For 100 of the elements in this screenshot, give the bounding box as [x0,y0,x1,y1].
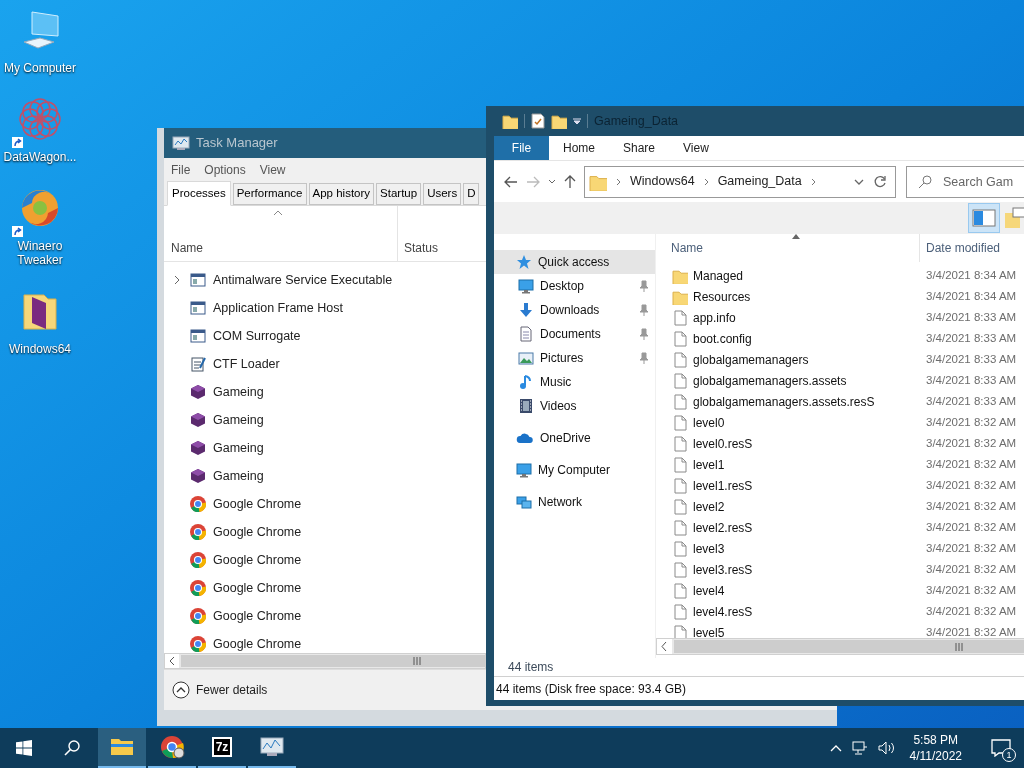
process-name[interactable]: Gameing [213,466,264,486]
menu-item[interactable]: File [171,160,191,179]
process-name[interactable]: CTF Loader [213,354,280,374]
status-text: 44 items (Disk free space: 93.4 GB) [496,680,687,698]
scroll-left-icon [657,639,672,654]
file-icon [672,309,688,326]
search-icon [64,740,80,756]
chrome-icon [190,580,206,596]
chrome-icon [159,734,185,760]
fewer-details-button[interactable]: Fewer details [172,681,268,699]
archiver-button[interactable]: 7z [198,728,246,768]
process-name[interactable]: COM Surrogate [213,326,301,346]
monitor-icon [516,462,532,478]
chrome-icon [190,496,206,512]
column-header[interactable]: Name [671,239,703,257]
volume-icon [877,741,896,755]
process-name[interactable]: Gameing [213,410,264,430]
date-modified: 3/4/2021 8:32 AM [925,498,1017,514]
file-name[interactable]: level2.resS [693,518,753,537]
date-modified: 3/4/2021 8:34 AM [925,267,1017,283]
preview-pane-icon [972,208,996,228]
file-name[interactable]: level1.resS [693,476,753,495]
menu-item[interactable]: View [259,160,286,179]
process-name[interactable]: Antimalware Service Executable [213,270,393,290]
process-name[interactable]: Google Chrome [213,550,302,570]
breadcrumb-item[interactable]: Gameing_Data [717,172,802,191]
process-name[interactable]: Google Chrome [213,634,302,653]
tab[interactable]: D [463,183,480,205]
tab[interactable]: Performance [232,183,307,205]
clock[interactable]: 5:58 PM 4/11/2022 [905,732,966,764]
file-icon [672,351,688,368]
file-icon [672,603,688,620]
date-modified: 3/4/2021 8:33 AM [925,393,1017,409]
recent-dropdown-icon [548,178,556,185]
file-name[interactable]: level5 [693,623,725,638]
nav-item[interactable]: Pictures [494,346,655,370]
process-name[interactable]: Google Chrome [213,494,302,514]
nav-item[interactable]: Quick access [494,250,655,274]
ribbon-tab[interactable]: File [494,136,549,160]
nav-item[interactable]: Documents [494,322,655,346]
file-name[interactable]: level2 [693,497,725,516]
file-name[interactable]: level4.resS [693,602,753,621]
process-name[interactable]: Google Chrome [213,578,302,598]
nav-item[interactable]: My Computer [494,458,655,482]
preview-pane-button[interactable] [968,203,1000,233]
file-name[interactable]: level3.resS [693,560,753,579]
file-icon [672,561,688,578]
file-name[interactable]: app.info [693,308,736,327]
search-field[interactable]: Search Gam [906,165,1024,198]
process-name[interactable]: Application Frame Host [213,298,343,318]
dropdown-caret-icon [573,117,581,125]
search-icon [918,174,932,189]
column-header[interactable]: Name [171,239,397,257]
address-bar[interactable]: Windows64 Gameing_Data [584,165,896,198]
file-name[interactable]: level4 [693,581,725,600]
file-explorer-button[interactable] [98,728,146,768]
file-name[interactable]: globalgamemanagers.assets [693,371,847,390]
nav-item[interactable]: Videos [494,394,655,418]
nav-item[interactable]: OneDrive [494,426,655,450]
nav-item[interactable]: Downloads [494,298,655,322]
column-header[interactable]: Status [404,239,439,257]
tab[interactable]: Startup [376,183,422,205]
file-name[interactable]: globalgamemanagers.assets.resS [693,392,875,411]
process-name[interactable]: Gameing [213,382,264,402]
tab[interactable]: App history [308,183,375,205]
nav-item[interactable]: Desktop [494,274,655,298]
breadcrumb-item[interactable]: Windows64 [630,172,695,191]
nav-item[interactable]: Music [494,370,655,394]
file-name[interactable]: level1 [693,455,725,474]
music-note-icon [518,374,534,390]
file-name[interactable]: Resources [693,287,751,306]
file-icon [672,624,688,638]
tab[interactable]: Users [423,183,462,205]
file-name[interactable]: Managed [693,266,744,285]
file-icon [672,435,688,452]
file-name[interactable]: level0 [693,413,725,432]
file-name[interactable]: level3 [693,539,725,558]
file-icon [672,414,688,431]
properties-icon [531,113,545,129]
dropdown-chevron-icon [854,178,864,185]
file-name[interactable]: level0.resS [693,434,753,453]
column-header[interactable]: Date modified [926,239,1001,257]
process-name[interactable]: Gameing [213,438,264,458]
file-icon [672,519,688,536]
forward-arrow-icon [526,175,540,188]
process-name[interactable]: Google Chrome [213,606,302,626]
tab[interactable]: Processes [167,181,231,206]
file-name[interactable]: boot.config [693,329,752,348]
scroll-grip-icon [955,642,963,651]
nav-item[interactable]: Network [494,490,655,514]
horizontal-scrollbar[interactable] [164,653,486,669]
process-name[interactable]: Google Chrome [213,522,302,542]
date-modified: 3/4/2021 8:32 AM [925,624,1017,638]
horizontal-scrollbar[interactable] [656,638,1024,655]
file-icon [672,540,688,557]
notepad-icon [190,356,206,372]
cloud-icon [516,432,534,444]
file-name[interactable]: globalgamemanagers [693,350,809,369]
notifications-button[interactable]: 1 [986,733,1016,763]
menu-item[interactable]: Options [204,160,246,179]
